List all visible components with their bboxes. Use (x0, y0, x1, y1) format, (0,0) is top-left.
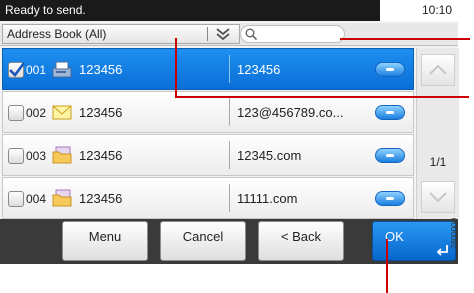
entry-destination: 123456 (237, 62, 281, 77)
entry-destination: 123@456789.co... (237, 105, 344, 120)
status-time: 10:10 (380, 0, 458, 21)
entry-number: 003 (26, 149, 47, 163)
search-icon (245, 28, 258, 41)
scroll-panel: 1/1 (416, 48, 459, 219)
column-divider (229, 55, 230, 83)
back-button[interactable]: < Back (258, 221, 344, 261)
callout-line (340, 38, 470, 40)
filter-divider (207, 27, 208, 41)
scroll-up-button[interactable] (421, 54, 455, 86)
cancel-button[interactable]: Cancel (160, 221, 246, 261)
row-checkbox[interactable] (8, 105, 24, 121)
list-item[interactable]: 003 123456 12345.com (2, 134, 414, 176)
column-divider (229, 141, 230, 169)
ok-button[interactable]: OK (372, 221, 456, 261)
entry-name: 123456 (79, 191, 123, 206)
row-checkbox[interactable] (8, 62, 26, 78)
entry-name: 123456 (79, 148, 123, 163)
status-bar: Ready to send. 10:10 (0, 0, 458, 21)
enter-icon (436, 245, 448, 256)
status-message: Ready to send. (5, 3, 86, 17)
callout-line (386, 239, 388, 293)
folder-icon (52, 146, 72, 164)
entry-number: 002 (26, 106, 47, 120)
callout-line (175, 38, 177, 98)
detail-button[interactable] (375, 62, 405, 77)
callout-line (175, 96, 469, 98)
filter-select-label: Address Book (All) (7, 27, 107, 41)
chevron-up-icon (429, 64, 447, 75)
entry-destination: 11111.com (237, 191, 298, 206)
address-book-filter-select[interactable]: Address Book (All) (2, 24, 240, 44)
filter-row: Address Book (All) (0, 23, 458, 46)
row-checkbox[interactable] (8, 148, 24, 164)
email-icon (52, 105, 72, 120)
list-item[interactable]: 001 123456 123456 (2, 48, 414, 90)
search-input[interactable] (240, 25, 345, 43)
bottom-button-bar: Menu Cancel < Back OK (0, 219, 458, 264)
page-indicator: 1/1 (429, 155, 447, 169)
column-divider (229, 98, 230, 126)
entry-name: 123456 (79, 105, 123, 120)
double-chevron-down-icon (216, 28, 230, 41)
menu-button[interactable]: Menu (62, 221, 148, 261)
fax-icon (52, 61, 72, 78)
checkmark-icon (9, 62, 26, 77)
list-item[interactable]: 004 123456 11111.com (2, 177, 414, 219)
row-checkbox[interactable] (8, 191, 24, 207)
entry-number: 001 (26, 63, 47, 77)
entry-number: 004 (26, 192, 47, 206)
figure-code: 2800000 (450, 205, 473, 265)
column-divider (229, 184, 230, 212)
folder-icon (52, 189, 72, 207)
figure-code-text: 2800000 (450, 217, 460, 250)
detail-button[interactable] (375, 105, 405, 120)
detail-button[interactable] (375, 148, 405, 163)
entry-name: 123456 (79, 62, 123, 77)
entry-destination: 12345.com (237, 148, 302, 163)
scroll-down-button[interactable] (421, 181, 455, 213)
detail-button[interactable] (375, 191, 405, 206)
chevron-down-icon (429, 192, 447, 203)
